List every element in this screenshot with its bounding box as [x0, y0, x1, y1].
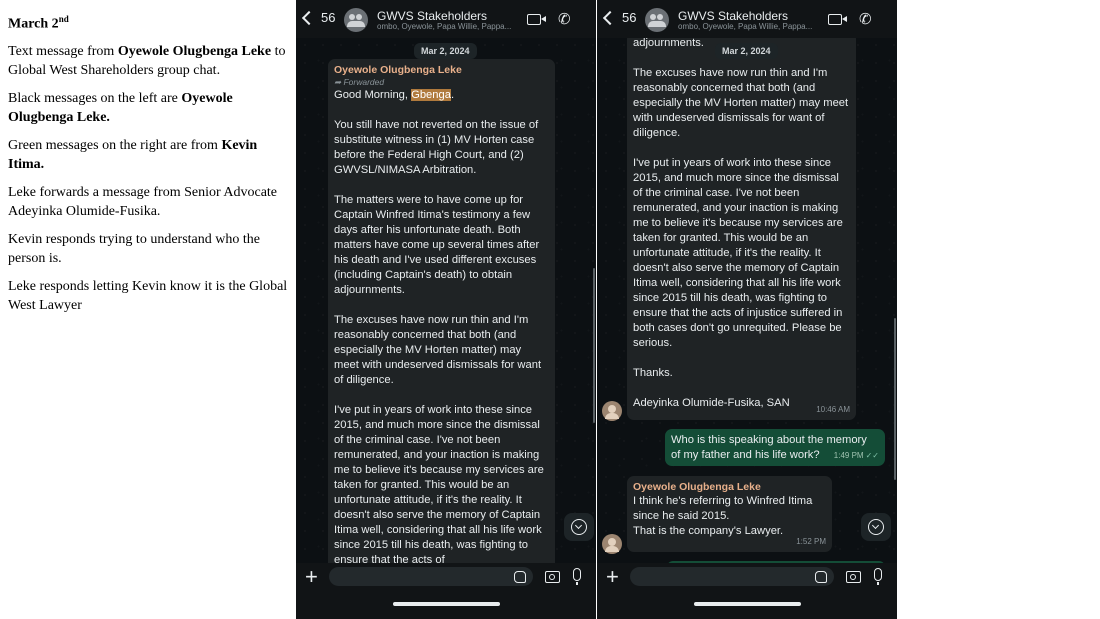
attach-plus-icon[interactable]: +: [305, 565, 318, 589]
message-text: I think he's referring to Winfred Itima …: [633, 495, 813, 537]
forwarded-label: ➦ Forwarded: [334, 77, 385, 87]
message-time: 1:49 PM ✓✓: [833, 451, 879, 460]
scrollbar[interactable]: [593, 268, 595, 423]
message-time: 10:46 AM: [816, 405, 850, 414]
note-4: Leke forwards a message from Senior Advo…: [8, 184, 278, 219]
kevin-message[interactable]: Who is this speaking about the memory of…: [665, 429, 885, 466]
home-indicator[interactable]: [393, 602, 500, 606]
sticker-icon[interactable]: [514, 571, 526, 583]
group-title[interactable]: GWVS Stakeholders: [678, 9, 788, 23]
message-greeting: Good Morning, Gbenga.: [334, 89, 455, 101]
sender-avatar[interactable]: [602, 401, 622, 421]
sender-avatar[interactable]: [602, 534, 622, 554]
back-button[interactable]: 56: [301, 10, 335, 25]
highlighted-name: Gbenga: [411, 89, 451, 101]
phone-call-icon[interactable]: ✆: [859, 10, 872, 28]
forwarded-message-continued[interactable]: adjournments. The excuses have now run t…: [627, 32, 856, 420]
group-avatar-icon[interactable]: [344, 8, 368, 32]
message-body: The excuses have now run thin and I'm re…: [633, 67, 849, 379]
video-call-icon[interactable]: [828, 14, 842, 25]
chat-header: 56 GWVS Stakeholders ombo, Oyewole, Papa…: [597, 0, 897, 38]
group-members[interactable]: ombo, Oyewole, Papa Willie, Pappa...: [377, 22, 527, 31]
message-body: You still have not reverted on the issue…: [334, 119, 544, 566]
group-avatar-icon[interactable]: [645, 8, 669, 32]
leke-reply-message[interactable]: Oyewole Olugbenga Leke I think he's refe…: [627, 476, 832, 552]
note-3: Green messages on the right are from Kev…: [8, 137, 258, 172]
note-5: Kevin responds trying to understand who …: [8, 231, 260, 266]
chat-screen-2: 56 GWVS Stakeholders ombo, Oyewole, Papa…: [597, 0, 897, 619]
microphone-icon[interactable]: [874, 568, 882, 585]
sticker-icon[interactable]: [815, 571, 827, 583]
chat-screen-1: 56 GWVS Stakeholders ombo, Oyewole, Papa…: [296, 0, 596, 619]
message-time: 1:52 PM: [796, 537, 826, 546]
notes-date: March 2nd: [8, 14, 69, 32]
attach-plus-icon[interactable]: +: [606, 565, 619, 589]
message-input[interactable]: [329, 567, 533, 586]
note-6: Leke responds letting Kevin know it is t…: [8, 278, 288, 313]
video-call-icon[interactable]: [527, 14, 541, 25]
message-sender: Oyewole Olugbenga Leke: [633, 481, 761, 493]
chevron-left-icon: [301, 10, 317, 25]
date-pill: Mar 2, 2024: [715, 43, 778, 59]
message-composer: +: [296, 563, 596, 619]
microphone-icon[interactable]: [573, 568, 581, 585]
chevron-left-icon: [602, 10, 618, 25]
read-ticks-icon: ✓✓: [865, 451, 879, 460]
camera-icon[interactable]: [846, 571, 861, 583]
home-indicator[interactable]: [694, 602, 801, 606]
date-pill: Mar 2, 2024: [414, 43, 477, 59]
group-title[interactable]: GWVS Stakeholders: [377, 9, 487, 23]
chat-header: 56 GWVS Stakeholders ombo, Oyewole, Papa…: [296, 0, 596, 38]
notes-panel: March 2nd Text message from Oyewole Olug…: [8, 10, 290, 324]
message-composer: +: [597, 563, 897, 619]
forwarded-message[interactable]: Oyewole Olugbenga Leke ➦ Forwarded Good …: [328, 59, 555, 579]
phone-call-icon[interactable]: ✆: [558, 10, 571, 28]
scrollbar[interactable]: [894, 318, 896, 480]
note-1: Text message from Oyewole Olugbenga Leke…: [8, 43, 286, 78]
note-2: Black messages on the left are Oyewole O…: [8, 90, 233, 125]
scroll-down-icon[interactable]: [861, 513, 891, 541]
camera-icon[interactable]: [545, 571, 560, 583]
group-members[interactable]: ombo, Oyewole, Papa Willie, Pappa...: [678, 22, 828, 31]
scroll-down-icon[interactable]: [564, 513, 594, 541]
back-button[interactable]: 56: [602, 10, 636, 25]
message-input[interactable]: [630, 567, 834, 586]
message-sender: Oyewole Olugbenga Leke: [334, 64, 462, 76]
